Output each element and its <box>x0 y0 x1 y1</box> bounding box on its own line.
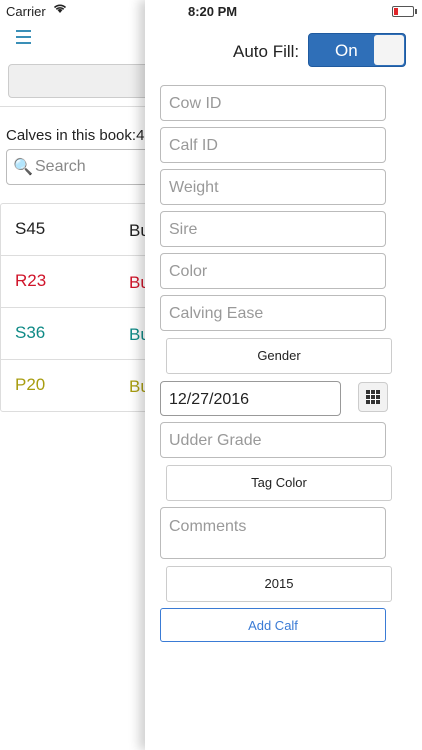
toggle-knob <box>374 35 404 65</box>
battery-icon <box>392 6 417 17</box>
wifi-icon <box>52 2 68 17</box>
clock: 8:20 PM <box>188 4 238 19</box>
color-placeholder: Color <box>169 263 208 280</box>
carrier-label: Carrier <box>6 4 46 19</box>
status-bar: Carrier 8:20 PM <box>0 0 422 22</box>
calendar-grid-icon <box>366 390 380 404</box>
add-calf-panel: Auto Fill: On Cow ID Calf ID Weight Sire… <box>145 0 422 750</box>
calf-tag: S45 <box>15 219 46 238</box>
date-field[interactable]: 12/27/2016 <box>160 381 341 416</box>
date-value: 12/27/2016 <box>169 391 250 408</box>
cow-id-field[interactable]: Cow ID <box>160 85 386 121</box>
udder-grade-field[interactable]: Udder Grade <box>160 422 386 458</box>
sire-placeholder: Sire <box>169 221 198 238</box>
cow-id-placeholder: Cow ID <box>169 95 222 112</box>
weight-placeholder: Weight <box>169 179 219 196</box>
calf-tag: S36 <box>15 323 46 342</box>
calf-id-field[interactable]: Calf ID <box>160 127 386 163</box>
calf-id-placeholder: Calf ID <box>169 137 218 154</box>
tag-color-button[interactable]: Tag Color <box>166 465 392 501</box>
udder-grade-placeholder: Udder Grade <box>169 432 262 449</box>
calf-tag: P20 <box>15 375 46 394</box>
toggle-label: On <box>335 41 358 60</box>
year-button[interactable]: 2015 <box>166 566 392 602</box>
weight-field[interactable]: Weight <box>160 169 386 205</box>
menu-icon[interactable] <box>16 30 34 46</box>
comments-field[interactable]: Comments <box>160 507 386 559</box>
calving-ease-field[interactable]: Calving Ease <box>160 295 386 331</box>
search-icon: 🔍 <box>13 159 33 176</box>
calf-tag: R23 <box>15 271 47 290</box>
search-placeholder: Search <box>35 158 86 175</box>
comments-placeholder: Comments <box>169 518 247 535</box>
color-field[interactable]: Color <box>160 253 386 289</box>
sire-field[interactable]: Sire <box>160 211 386 247</box>
calves-count: Calves in this book:4 <box>6 127 145 144</box>
add-calf-button[interactable]: Add Calf <box>160 608 386 642</box>
autofill-toggle[interactable]: On <box>308 33 406 67</box>
autofill-label: Auto Fill: <box>233 42 300 61</box>
calving-ease-placeholder: Calving Ease <box>169 305 264 322</box>
calendar-button[interactable] <box>358 382 388 412</box>
gender-button[interactable]: Gender <box>166 338 392 374</box>
